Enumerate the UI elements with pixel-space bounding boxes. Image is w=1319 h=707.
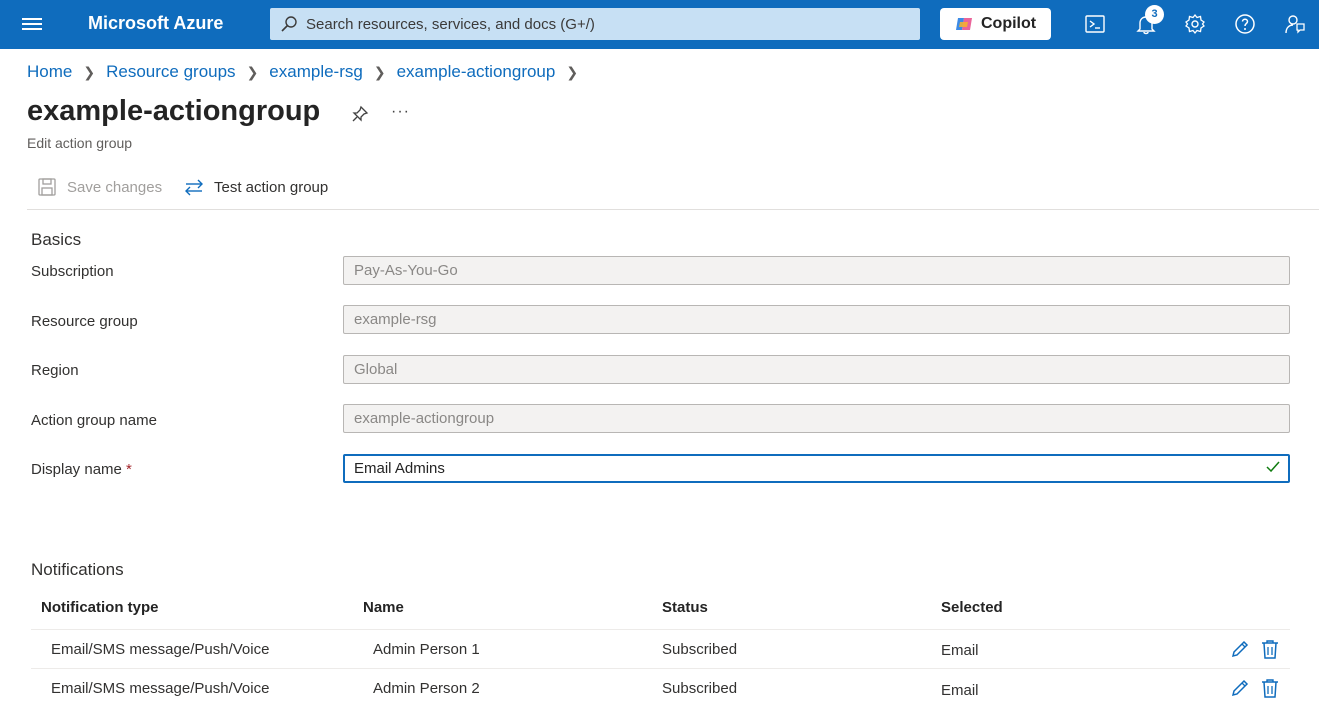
trash-icon[interactable] — [1259, 638, 1281, 660]
resource-group-label: Resource group — [31, 313, 138, 330]
chevron-right-icon: ❯ — [566, 63, 579, 80]
copilot-icon — [956, 18, 972, 30]
region-label: Region — [31, 362, 79, 379]
row1-status: Subscribed — [662, 641, 738, 658]
action-group-name-field — [343, 404, 1290, 433]
display-name-field[interactable] — [343, 454, 1290, 483]
top-nav-bar: Microsoft Azure Copilot 3 — [0, 0, 1319, 49]
gear-icon[interactable] — [1183, 12, 1207, 36]
chevron-right-icon: ❯ — [246, 63, 259, 80]
chevron-right-icon: ❯ — [83, 63, 96, 80]
row2-name: Admin Person 2 — [373, 680, 480, 697]
row1-selected: Email — [941, 642, 979, 659]
row2-status: Subscribed — [662, 680, 738, 697]
column-header-status: Status — [662, 599, 708, 616]
save-icon — [38, 178, 56, 196]
copilot-label: Copilot — [981, 15, 1037, 32]
pin-icon[interactable] — [351, 105, 369, 123]
display-name-label: Display name * — [31, 461, 132, 478]
trash-icon[interactable] — [1259, 677, 1281, 699]
column-header-selected: Selected — [941, 599, 1003, 616]
brand-title[interactable]: Microsoft Azure — [88, 13, 223, 34]
menu-icon[interactable] — [22, 15, 42, 33]
basics-heading: Basics — [31, 230, 82, 249]
subscription-field — [343, 256, 1290, 285]
subscription-label: Subscription — [31, 263, 114, 280]
row2-notification-type: Email/SMS message/Push/Voice — [51, 680, 270, 697]
breadcrumb: Home ❯ Resource groups ❯ example-rsg ❯ e… — [27, 62, 589, 82]
test-action-group-button[interactable]: Test action group — [184, 177, 328, 197]
save-changes-button[interactable]: Save changes — [37, 177, 162, 197]
more-options-button[interactable]: ··· — [391, 103, 410, 121]
column-header-name: Name — [363, 599, 404, 616]
checkmark-icon — [1266, 461, 1280, 473]
breadcrumb-action-group[interactable]: example-actiongroup — [397, 62, 556, 82]
cloud-shell-icon[interactable] — [1083, 12, 1107, 36]
table-divider — [31, 629, 1290, 630]
display-name-label-text: Display name — [31, 461, 122, 478]
required-marker: * — [126, 461, 132, 478]
feedback-icon[interactable] — [1283, 12, 1307, 36]
action-group-name-label: Action group name — [31, 412, 157, 429]
row2-selected: Email — [941, 682, 979, 699]
test-action-group-label: Test action group — [214, 178, 329, 196]
column-header-notification-type: Notification type — [41, 599, 159, 616]
divider — [27, 209, 1319, 210]
breadcrumb-resource-groups[interactable]: Resource groups — [106, 62, 235, 82]
breadcrumb-home[interactable]: Home — [27, 62, 72, 82]
copilot-button[interactable]: Copilot — [940, 8, 1051, 40]
notifications-heading: Notifications — [31, 560, 124, 579]
search-input[interactable] — [306, 8, 906, 40]
edit-icon[interactable] — [1229, 677, 1251, 699]
save-changes-label: Save changes — [67, 178, 163, 196]
search-icon — [281, 16, 297, 32]
help-icon[interactable] — [1233, 12, 1257, 36]
breadcrumb-resource-group[interactable]: example-rsg — [269, 62, 363, 82]
page-title: example-actiongroup — [27, 95, 321, 127]
region-field — [343, 355, 1290, 384]
global-search[interactable] — [270, 8, 920, 40]
swap-arrows-icon — [185, 179, 203, 196]
table-divider — [31, 668, 1290, 669]
resource-group-field — [343, 305, 1290, 334]
notification-count-badge: 3 — [1145, 5, 1164, 24]
chevron-right-icon: ❯ — [373, 63, 386, 80]
page-subtitle: Edit action group — [27, 135, 133, 151]
row1-notification-type: Email/SMS message/Push/Voice — [51, 641, 270, 658]
row1-name: Admin Person 1 — [373, 641, 480, 658]
edit-icon[interactable] — [1229, 638, 1251, 660]
